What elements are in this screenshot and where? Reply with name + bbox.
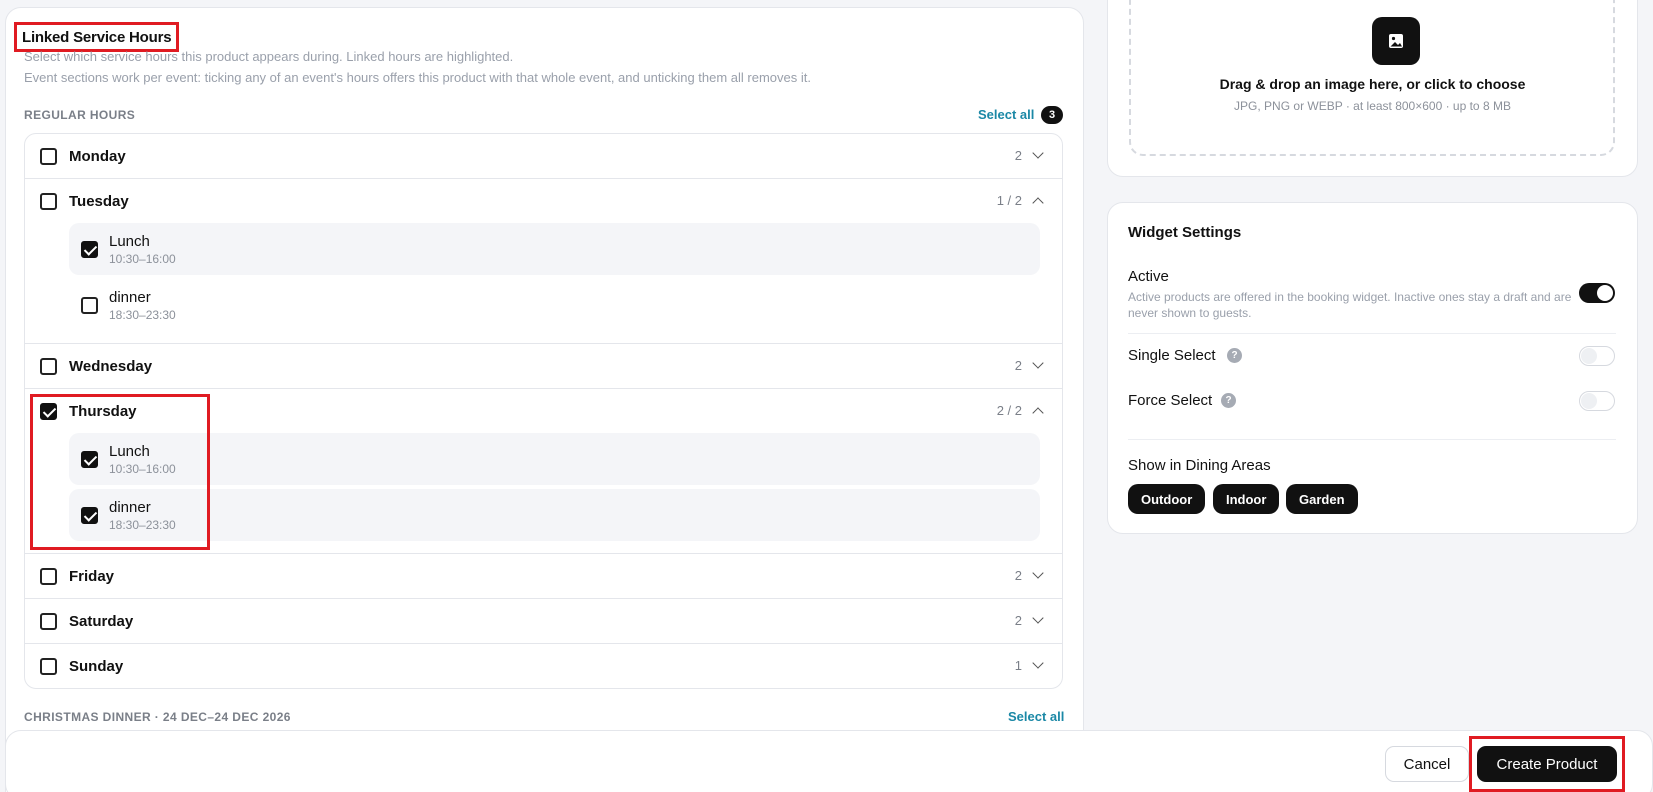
day-checkbox[interactable] [40,193,57,210]
single-select-label: Single Select [1128,347,1216,364]
drop-zone-title: Drag & drop an image here, or click to c… [1219,76,1526,92]
day-count: 1 / 2 [996,193,1022,208]
day-count: 2 [1014,358,1022,373]
day-checkbox[interactable] [40,613,57,630]
drop-zone-hint: JPG, PNG or WEBP · at least 800×600 · up… [1234,99,1511,113]
slot-time: 18:30–23:30 [109,308,176,322]
day-label: Wednesday [69,358,153,375]
day-row-friday[interactable]: Friday 2 [25,554,1062,599]
active-label: Active [1128,268,1169,285]
force-select-toggle[interactable] [1579,391,1615,411]
day-checkbox[interactable] [40,148,57,165]
slot-time: 10:30–16:00 [109,252,176,266]
select-all-event-button[interactable]: Select all [1008,709,1064,724]
help-icon[interactable]: ? [1221,393,1236,408]
card-title: Linked Service Hours [22,28,172,46]
title-highlight: Linked Service Hours [14,22,180,52]
chevron-down-icon [1032,357,1044,369]
day-label: Saturday [69,613,134,630]
selected-count-badge: 3 [1041,106,1063,124]
thursday-highlight [30,394,210,550]
slot-name: Lunch [109,233,150,250]
day-row-saturday[interactable]: Saturday 2 [25,599,1062,644]
day-row-wednesday[interactable]: Wednesday 2 [25,344,1062,389]
help-icon[interactable]: ? [1227,348,1242,363]
cancel-button[interactable]: Cancel [1385,746,1469,782]
day-checkbox[interactable] [40,358,57,375]
day-count: 2 [1014,568,1022,583]
slot-tuesday-dinner[interactable]: dinner 18:30–23:30 [69,279,1040,331]
day-row-tuesday[interactable]: Tuesday 1 / 2 [25,179,1062,224]
chevron-down-icon [1032,567,1044,579]
chevron-down-icon [1032,612,1044,624]
dining-areas-label: Show in Dining Areas [1128,457,1271,474]
toggle-knob [1581,348,1597,364]
day-label: Monday [69,148,126,165]
chevron-down-icon [1032,657,1044,669]
slot-thursday-lunch[interactable]: Lunch 10:30–16:00 [69,433,1040,485]
slot-thursday-dinner[interactable]: dinner 18:30–23:30 [69,489,1040,541]
widget-settings-title: Widget Settings [1128,224,1242,241]
day-checkbox[interactable] [40,658,57,675]
event-section-label: CHRISTMAS DINNER · 24 DEC–24 DEC 2026 [24,710,291,724]
regular-hours-label: REGULAR HOURS [24,108,136,122]
chevron-up-icon [1032,407,1044,419]
day-count: 2 [1014,613,1022,628]
day-count: 2 [1014,148,1022,163]
select-all-regular-button[interactable]: Select all [978,107,1034,122]
active-toggle[interactable] [1579,283,1615,303]
day-count: 1 [1014,658,1022,673]
day-label: Tuesday [69,193,129,210]
day-label: Friday [69,568,115,585]
image-icon [1372,17,1420,65]
event-sections-description: Event sections work per event: ticking a… [24,70,811,85]
toggle-knob [1597,285,1613,301]
day-count: 2 / 2 [996,403,1022,418]
divider [1128,439,1616,440]
toggle-knob [1581,393,1597,409]
slot-tuesday-lunch[interactable]: Lunch 10:30–16:00 [69,223,1040,275]
chevron-down-icon [1032,147,1044,159]
dining-area-chip-indoor[interactable]: Indoor [1213,484,1280,514]
slot-checkbox[interactable] [81,241,98,258]
day-checkbox[interactable] [40,568,57,585]
divider [1128,333,1616,334]
active-description: Active products are offered in the booki… [1128,290,1572,320]
day-label: Sunday [69,658,124,675]
slot-name: dinner [109,289,151,306]
single-select-toggle[interactable] [1579,346,1615,366]
day-row-sunday[interactable]: Sunday 1 [25,644,1062,688]
dining-area-chip-garden[interactable]: Garden [1286,484,1358,514]
chevron-up-icon [1032,197,1044,209]
force-select-label: Force Select [1128,392,1213,409]
create-product-button[interactable]: Create Product [1477,746,1617,782]
slot-checkbox[interactable] [81,297,98,314]
day-row-monday[interactable]: Monday 2 [25,134,1062,179]
linked-hours-description: Select which service hours this product … [24,49,514,64]
dining-area-chip-outdoor[interactable]: Outdoor [1128,484,1206,514]
